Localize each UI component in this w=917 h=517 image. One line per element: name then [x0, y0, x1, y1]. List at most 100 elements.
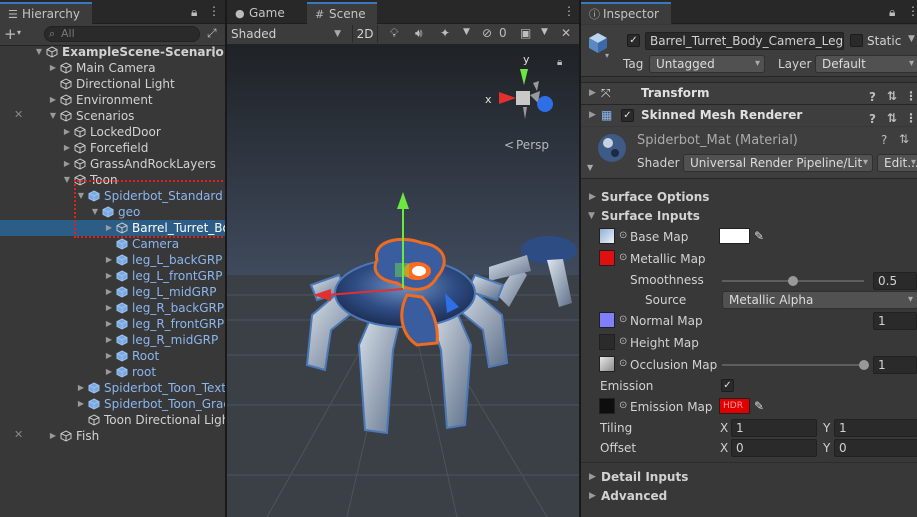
tab-game[interactable]: ● Game [227, 2, 307, 24]
search-options-icon[interactable]: ⤢ [207, 26, 217, 41]
smoothness-slider[interactable] [722, 276, 864, 286]
height-map-thumbnail[interactable] [599, 334, 615, 350]
hidden-objects-icon[interactable]: ⊘ [482, 26, 492, 40]
offset-x-field[interactable]: 0 [731, 439, 817, 457]
expand-arrow-right-icon[interactable]: ▶ [48, 428, 58, 444]
offset-y-field[interactable]: 0 [834, 439, 917, 457]
occlusion-field[interactable]: 1 [873, 356, 917, 374]
object-picker-icon[interactable]: ⊙ [619, 314, 627, 325]
chevron-down-icon[interactable]: ▼ [463, 27, 470, 37]
chevron-down-icon[interactable]: ▼ [908, 34, 915, 44]
camera-icon[interactable]: ▣ [520, 26, 531, 40]
more-menu-icon[interactable]: ⋮ [907, 4, 917, 18]
emission-checkbox[interactable]: ✓ [721, 379, 734, 392]
source-dropdown[interactable]: Metallic Alpha [722, 291, 917, 309]
eyedropper-icon[interactable]: ✎ [754, 399, 764, 413]
expand-arrow-right-icon[interactable]: ▶ [104, 284, 114, 300]
tiling-x-field[interactable]: 1 [731, 419, 817, 437]
normal-strength-field[interactable]: 1 [873, 312, 917, 330]
add-icon[interactable]: + [4, 25, 17, 43]
hierarchy-row[interactable]: Toon Directional Ligh [0, 412, 225, 428]
expand-arrow-right-icon[interactable]: ▶ [62, 124, 72, 140]
hierarchy-row[interactable]: ▼ Scenarios [0, 108, 225, 124]
occlusion-slider[interactable] [722, 360, 869, 370]
visibility-off-icon[interactable]: ✕ [14, 108, 23, 121]
smoothness-field[interactable]: 0.5 [873, 272, 917, 290]
hierarchy-row[interactable]: ▶ Environment [0, 92, 225, 108]
expand-arrow-right-icon[interactable]: ▶ [76, 380, 86, 396]
hierarchy-row[interactable]: Directional Light [0, 76, 225, 92]
hierarchy-row[interactable]: ▶ Root [0, 348, 225, 364]
base-color-swatch[interactable] [719, 228, 750, 244]
hierarchy-row[interactable]: ▶ Main Camera [0, 60, 225, 76]
slider-knob[interactable] [788, 276, 798, 286]
expand-arrow-right-icon[interactable]: ▶ [104, 268, 114, 284]
expand-arrow-right-icon[interactable]: ▶ [48, 92, 58, 108]
hierarchy-search-input[interactable]: ⌕ All [44, 26, 200, 42]
lock-icon[interactable]: 🔒︎ [889, 5, 895, 20]
chevron-down-icon[interactable]: ▼ [541, 27, 548, 37]
hierarchy-row[interactable]: ▶ leg_R_frontGRP [0, 316, 225, 332]
active-checkbox[interactable]: ✓ [627, 34, 640, 47]
hierarchy-row[interactable]: ▶ leg_R_midGRP [0, 332, 225, 348]
preset-icon[interactable]: ⇅ [887, 108, 897, 129]
slider-knob[interactable] [859, 360, 869, 370]
metallic-map-thumbnail[interactable] [599, 250, 615, 266]
skinned-mesh-header[interactable]: ▶ ▦ ✓ Skinned Mesh Renderer ? ⇅ ⋮ [581, 104, 917, 126]
layer-dropdown[interactable]: Default [815, 55, 917, 73]
normal-map-thumbnail[interactable] [599, 312, 615, 328]
hierarchy-row[interactable]: ▶ leg_L_frontGRP [0, 268, 225, 284]
skinned-mesh-checkbox[interactable]: ✓ [621, 109, 634, 122]
expand-arrow-right-icon[interactable]: ▶ [48, 60, 58, 76]
static-checkbox[interactable] [850, 34, 863, 47]
edit-shader-button[interactable]: Edit... [877, 154, 917, 172]
expand-arrow-right-icon[interactable]: ▶ [104, 316, 114, 332]
tag-dropdown[interactable]: Untagged [649, 55, 765, 73]
object-picker-icon[interactable]: ⊙ [619, 336, 627, 347]
hierarchy-row[interactable]: ▶ leg_R_backGRP [0, 300, 225, 316]
hierarchy-row[interactable]: ▶ leg_L_backGRP [0, 252, 225, 268]
expand-arrow-right-icon[interactable]: ▶ [104, 332, 114, 348]
more-menu-icon[interactable]: ⋮ [905, 108, 917, 129]
emission-color-swatch[interactable]: HDR [719, 398, 750, 414]
hierarchy-row[interactable]: ▼ ExampleScene-Scenario ⋮ [0, 44, 225, 60]
emission-map-thumbnail[interactable] [599, 398, 615, 414]
object-picker-icon[interactable]: ⊙ [619, 358, 627, 369]
chevron-down-icon[interactable]: ▾ [605, 51, 609, 60]
hierarchy-row[interactable]: ▶ LockedDoor [0, 124, 225, 140]
expand-arrow-right-icon[interactable]: ▶ [104, 364, 114, 380]
tab-hierarchy[interactable]: ☰ Hierarchy [0, 2, 92, 24]
shader-dropdown[interactable]: Universal Render Pipeline/Lit [683, 154, 873, 172]
audio-icon[interactable]: 🔊︎ [415, 26, 423, 41]
transform-header[interactable]: ▶ ⤧ Transform ? ⇅ ⋮ [581, 82, 917, 104]
2d-toggle[interactable]: 2D [352, 25, 378, 43]
lock-icon[interactable]: 🔒︎ [557, 57, 562, 68]
hierarchy-row[interactable]: ▶ root [0, 364, 225, 380]
object-name-field[interactable]: Barrel_Turret_Body_Camera_Leg [645, 32, 844, 50]
more-menu-icon[interactable]: ⋮ [563, 4, 575, 18]
hierarchy-row[interactable]: Camera [0, 236, 225, 252]
visibility-off-icon[interactable]: ✕ [14, 428, 23, 441]
preset-icon[interactable]: ⇅ [899, 132, 909, 146]
tools-icon[interactable]: ✕ [561, 26, 571, 40]
object-picker-icon[interactable]: ⊙ [619, 252, 627, 263]
eyedropper-icon[interactable]: ✎ [754, 229, 764, 243]
effects-icon[interactable]: ✦ [440, 26, 450, 40]
lock-icon[interactable]: 🔒︎ [191, 5, 197, 20]
tab-scene[interactable]: # Scene [307, 2, 377, 24]
persp-label[interactable]: Persp [516, 138, 549, 152]
object-picker-icon[interactable]: ⊙ [619, 400, 627, 411]
shading-mode-dropdown[interactable]: Shaded ▼ [231, 25, 343, 43]
object-picker-icon[interactable]: ⊙ [619, 230, 627, 241]
base-map-thumbnail[interactable] [599, 228, 615, 244]
hierarchy-row[interactable]: ▶ Spiderbot_Toon_Textu [0, 380, 225, 396]
tab-inspector[interactable]: ⓘ Inspector [581, 2, 671, 24]
chevron-down-icon[interactable]: ▾ [17, 28, 21, 37]
expand-arrow-right-icon[interactable]: ▶ [104, 252, 114, 268]
expand-arrow-right-icon[interactable]: ▶ [76, 396, 86, 412]
hierarchy-row[interactable]: ▶ leg_L_midGRP [0, 284, 225, 300]
expand-arrow-right-icon[interactable]: ▶ [104, 348, 114, 364]
expand-arrow-right-icon[interactable]: ▶ [62, 140, 72, 156]
hierarchy-row[interactable]: ▶ Forcefield [0, 140, 225, 156]
more-menu-icon[interactable]: ⋮ [208, 4, 220, 18]
